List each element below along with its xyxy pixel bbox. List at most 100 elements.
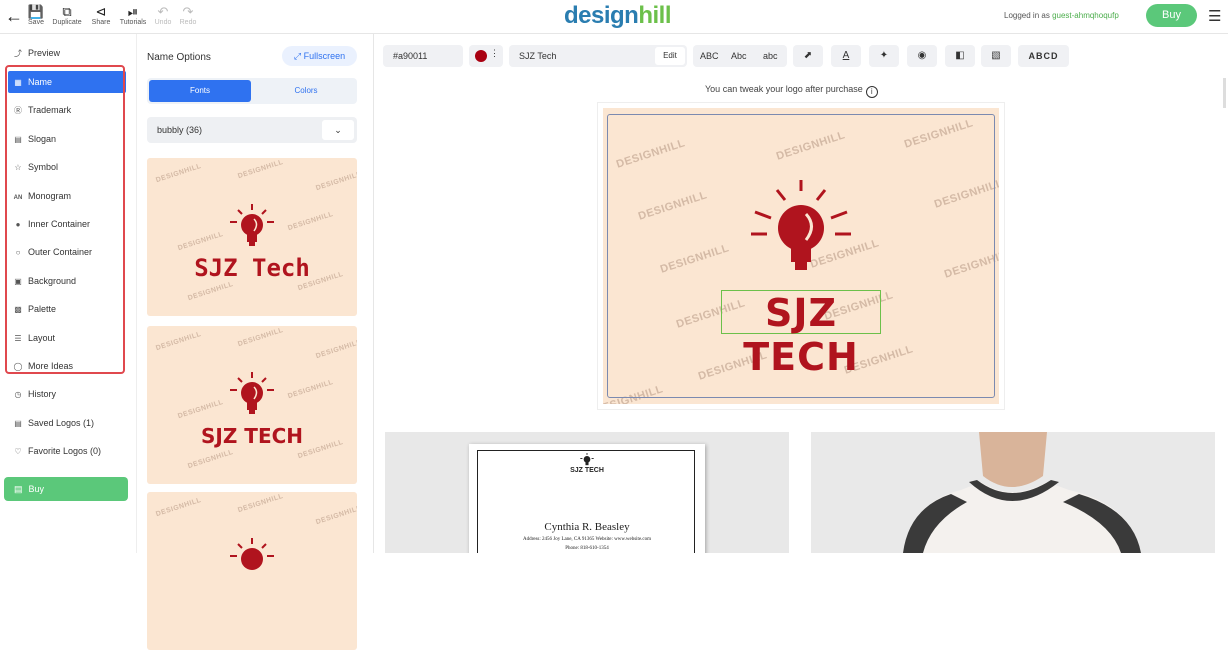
tab-colors[interactable]: Colors [257, 80, 355, 102]
hex-color-field[interactable]: #a90011 [383, 45, 463, 67]
watermark: DESIGNHILL [177, 398, 225, 421]
font-option-card[interactable]: DESIGNHILL DESIGNHILL DESIGNHILL [147, 492, 357, 650]
undo-button[interactable]: ↶ Undo [153, 4, 173, 30]
business-card-border: SJZ TECH Cynthia R. Beasley Address: 245… [477, 450, 695, 553]
expand-icon: ⤢ [293, 51, 302, 61]
share-icon: ⊲ [95, 4, 107, 19]
font-sample-button[interactable]: ABCD [1018, 45, 1069, 67]
redo-label: Redo [179, 19, 197, 26]
name-text-value: SJZ Tech [519, 51, 557, 61]
duplicate-label: Duplicate [52, 19, 82, 26]
watermark: DESIGNHILL [155, 330, 203, 353]
designhill-logo[interactable]: designhill [564, 2, 672, 30]
save-button[interactable]: 💾 Save [27, 4, 45, 30]
texture-icon: ▧ [991, 50, 1001, 61]
bulb-logo-icon[interactable] [751, 180, 851, 276]
tweak-note-text: You can tweak your logo after purchase [705, 84, 863, 94]
redo-icon: ↷ [182, 4, 194, 19]
panel-title: Name Options [147, 52, 211, 63]
case-options: ABC Abc abc [693, 45, 787, 67]
bulb-logo-icon [230, 204, 274, 246]
watermark: DESIGNHILL [187, 280, 235, 303]
main-editor: #a90011 ⋮ SJZ Tech Edit ABC Abc abc ⬈ A … [375, 34, 1228, 553]
duplicate-button[interactable]: ⧉ Duplicate [50, 4, 84, 30]
card-person-name: Cynthia R. Beasley [544, 521, 630, 533]
wand-icon: ✦ [879, 50, 889, 61]
watermark: DESIGNHILL [155, 162, 203, 185]
tweak-note: You can tweak your logo after purchase i [705, 84, 878, 98]
shadow-button[interactable]: ◧ [945, 45, 975, 67]
card-phone: Phone: 818-610-1354 [565, 546, 609, 551]
letter-spacing-icon: A [842, 50, 850, 61]
watermark: DESIGNHILL [177, 230, 225, 253]
highlight-box [5, 65, 125, 374]
preview-icon: ⤴ [14, 49, 22, 58]
fullscreen-button[interactable]: ⤢ Fullscreen [282, 46, 357, 66]
cart-icon: ▤ [14, 484, 23, 494]
effects-button[interactable]: ✦ [869, 45, 899, 67]
tutorials-button[interactable]: ⏯ Tutorials [117, 4, 149, 30]
sidebar-item-favorite-logos[interactable]: ♡ Favorite Logos (0) [8, 440, 126, 462]
options-tabs: Fonts Colors [147, 78, 357, 104]
username[interactable]: guest-ahmqhoqufp [1052, 11, 1119, 20]
sidebar-item-label: History [28, 389, 57, 399]
watermark: DESIGNHILL [287, 378, 335, 401]
sidebar-buy-button[interactable]: ▤ Buy [4, 477, 128, 501]
shadow-icon: ◧ [955, 50, 965, 61]
logo-part-design: design [564, 2, 639, 29]
watermark: DESIGNHILL [287, 210, 335, 233]
info-icon[interactable]: i [865, 86, 878, 98]
share-button[interactable]: ⊲ Share [90, 4, 112, 30]
case-upper-button[interactable]: ABC [700, 45, 719, 67]
sidebar-item-history[interactable]: ◷ History [8, 383, 126, 405]
texture-button[interactable]: ▧ [981, 45, 1011, 67]
watermark: DESIGNHILL [237, 492, 285, 515]
logo-preview-frame: DESIGNHILL DESIGNHILL DESIGNHILL DESIGNH… [597, 102, 1005, 410]
watermark: DESIGNHILL [315, 504, 357, 527]
edit-button[interactable]: Edit [655, 47, 685, 65]
main-scrollbar[interactable] [1223, 78, 1226, 108]
logo-name-text[interactable]: SJZ TECH [721, 290, 881, 379]
sidebar-item-label: Saved Logos (1) [28, 418, 95, 428]
color-swatch-picker[interactable]: ⋮ [469, 45, 503, 67]
outline-button[interactable]: ◉ [907, 45, 937, 67]
back-arrow-icon[interactable]: ← [5, 6, 23, 26]
history-icon: ◷ [14, 390, 22, 399]
editor-toolbar: #a90011 ⋮ SJZ Tech Edit ABC Abc abc ⬈ A … [375, 34, 1228, 78]
font-category-value: bubbly (36) [157, 125, 203, 135]
case-lower-button[interactable]: abc [763, 45, 778, 67]
sidebar-item-label: Favorite Logos (0) [28, 446, 102, 456]
buy-label: Buy [28, 484, 45, 494]
sidebar: ⤴ Preview ▦ Name Ⓡ Trademark ▤ Slogan ☆ Symbo… [0, 34, 137, 553]
hamburger-menu-icon[interactable]: ☰ [1208, 7, 1221, 25]
sidebar-item-label: Preview [28, 48, 61, 58]
resize-icon: ⬈ [803, 50, 813, 61]
font-category-select[interactable]: bubbly (36) ⌄ [147, 117, 357, 143]
business-card: SJZ TECH Cynthia R. Beasley Address: 245… [469, 444, 705, 553]
tutorials-label: Tutorials [119, 19, 147, 26]
chevron-down-icon[interactable]: ⌄ [322, 120, 354, 140]
resize-button[interactable]: ⬈ [793, 45, 823, 67]
save-label: Save [28, 19, 44, 26]
buy-button-top[interactable]: Buy [1146, 4, 1197, 27]
case-title-button[interactable]: Abc [731, 45, 747, 67]
tshirt-mockup[interactable] [811, 432, 1215, 553]
font-option-card[interactable]: DESIGNHILL DESIGNHILL DESIGNHILL DESIGNH… [147, 158, 357, 316]
fullscreen-label: Fullscreen [303, 51, 346, 61]
card-address: Address: 2456 Joy Lane, CA 91365 Website… [522, 537, 652, 542]
sidebar-item-saved-logos[interactable]: ▤ Saved Logos (1) [8, 412, 126, 434]
watermark: DESIGNHILL [237, 326, 285, 349]
logo-part-hill: hill [638, 2, 672, 29]
watermark: DESIGNHILL [237, 158, 285, 181]
logged-in-status: Logged in as guest-ahmqhoqufp [1004, 11, 1119, 20]
font-option-card[interactable]: DESIGNHILL DESIGNHILL DESIGNHILL DESIGNH… [147, 326, 357, 484]
redo-button[interactable]: ↷ Redo [178, 4, 198, 30]
letter-spacing-button[interactable]: A [831, 45, 861, 67]
tab-fonts[interactable]: Fonts [149, 80, 251, 102]
watermark: DESIGNHILL [187, 448, 235, 471]
sidebar-item-preview[interactable]: ⤴ Preview [8, 42, 126, 64]
duplicate-icon: ⧉ [62, 4, 72, 19]
business-card-mockup[interactable]: SJZ TECH Cynthia R. Beasley Address: 245… [385, 432, 789, 553]
top-bar: ← 💾 Save ⧉ Duplicate ⊲ Share ⏯ Tutorials… [0, 0, 1228, 34]
logo-canvas[interactable]: DESIGNHILL DESIGNHILL DESIGNHILL DESIGNH… [603, 108, 999, 404]
